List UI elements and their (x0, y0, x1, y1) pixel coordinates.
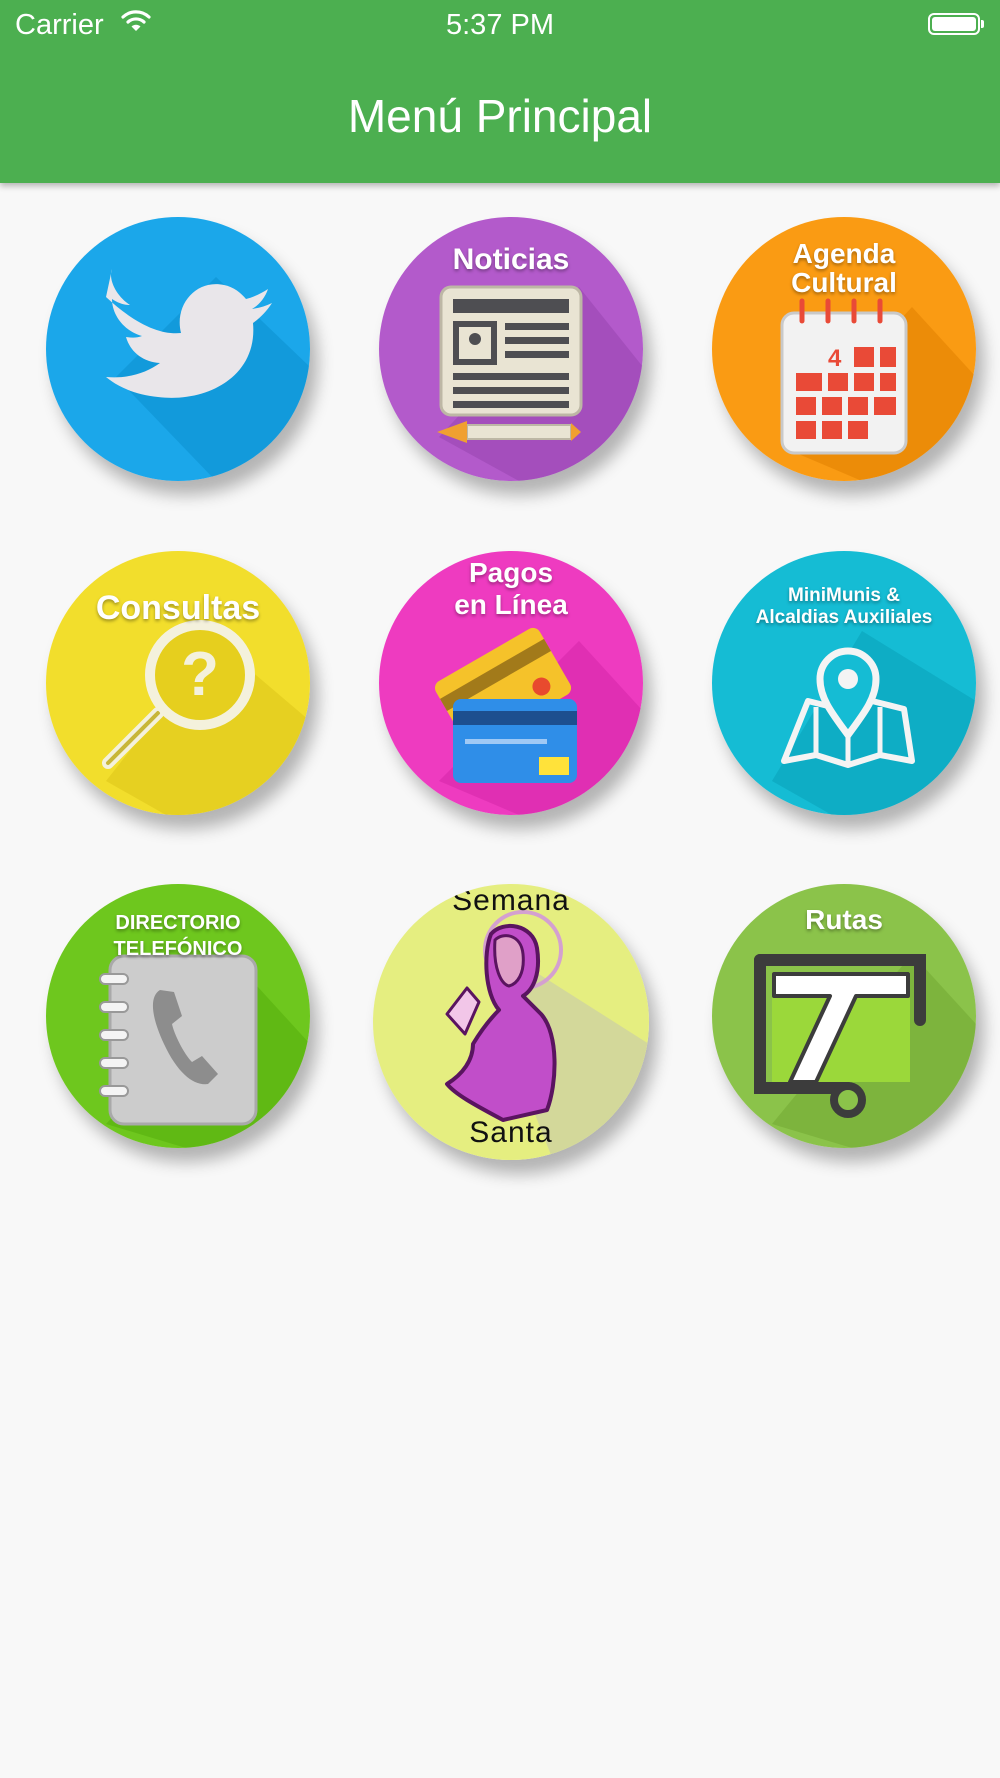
minimunis-button[interactable]: MiniMunis & Alcaldias Auxiliales (712, 551, 976, 815)
svg-text:?: ? (181, 640, 219, 709)
agenda-cultural-button[interactable]: 4 Agenda Cultural (712, 217, 976, 481)
navigation-bar: Carrier 5:37 PM Menú Principal (0, 0, 1000, 183)
semana-santa-button[interactable]: Semana Santa (373, 884, 649, 1160)
pagos-en-linea-button[interactable]: Pagos en Línea (379, 551, 643, 815)
calendar-day: 4 (828, 345, 842, 372)
calendar-icon: 4 (780, 298, 908, 455)
phone-book-icon (99, 954, 258, 1126)
status-bar: Carrier 5:37 PM (0, 0, 1000, 50)
battery-icon (928, 13, 984, 35)
status-time: 5:37 PM (446, 9, 554, 41)
noticias-button[interactable]: Noticias (379, 217, 643, 481)
directorio-telefonico-button[interactable]: DIRECTORIO TELEFÓNICO (46, 884, 310, 1148)
twitter-button[interactable] (46, 217, 310, 481)
rutas-button[interactable]: Rutas (712, 884, 976, 1148)
consultas-button[interactable]: ? Consultas (46, 551, 310, 815)
page-title: Menú Principal (347, 90, 653, 142)
